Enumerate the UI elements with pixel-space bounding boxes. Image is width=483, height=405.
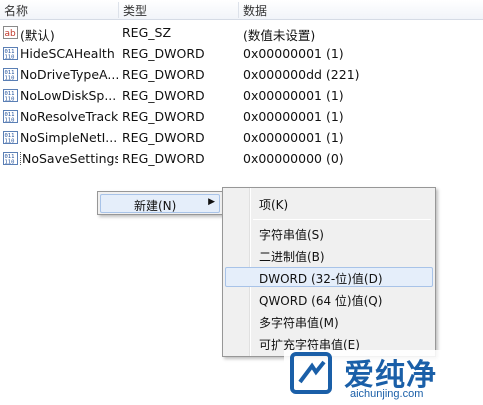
row-name: NoDriveTypeA... [20,67,118,82]
svg-text:ab: ab [5,29,17,39]
new-submenu: 项(K) 字符串值(S) 二进制值(B) DWORD (32-位)值(D) QW… [222,187,436,357]
svg-text:110: 110 [5,97,15,103]
menu-item-new[interactable]: 新建(N) ▶ [100,194,220,213]
table-row[interactable]: 011 110 NoDriveTypeA... REG_DWORD 0x0000… [0,64,483,85]
menu-item-label: 字符串值(S) [259,228,324,242]
table-row[interactable]: 011 110 NoLowDiskSp... REG_DWORD 0x00000… [0,85,483,106]
menu-item-new-label: 新建(N) [134,199,177,213]
row-name: NoLowDiskSp... [20,88,117,103]
column-header-type[interactable]: 类型 [123,2,147,19]
string-value-icon: ab [3,26,18,39]
row-type: REG_DWORD [122,88,205,103]
menu-separator [253,219,431,220]
menu-item-multi-string-value[interactable]: 多字符串值(M) [225,311,433,331]
dword-value-icon: 011 110 [3,110,18,123]
menu-item-binary-value[interactable]: 二进制值(B) [225,245,433,265]
watermark-logo-icon [290,352,332,394]
submenu-arrow-icon: ▶ [208,197,215,207]
table-row[interactable]: 011 110 NoResolveTrack REG_DWORD 0x00000… [0,106,483,127]
row-data: 0x000000dd (221) [243,67,360,82]
menu-item-label: 二进制值(B) [259,250,325,264]
table-row[interactable]: 011 110 NoSimpleNetI... REG_DWORD 0x0000… [0,127,483,148]
context-menu: 新建(N) ▶ [97,191,223,215]
list-header: 名称 类型 数据 [0,0,483,20]
row-type: REG_DWORD [122,109,205,124]
watermark: 爱纯净 aichunjing.com [284,350,483,405]
menu-item-label: 多字符串值(M) [259,316,339,330]
row-type: REG_DWORD [122,130,205,145]
svg-text:110: 110 [5,160,15,166]
row-data: 0x00000001 (1) [243,88,344,103]
dword-value-icon: 011 110 [3,152,18,165]
row-data: (数值未设置) [243,28,316,43]
table-row[interactable]: 011 110 HideSCAHealth REG_DWORD 0x000000… [0,43,483,64]
column-divider[interactable] [118,2,119,18]
row-name: (默认) [20,28,55,43]
svg-text:110: 110 [5,76,15,82]
row-name-text: NoSaveSettings [20,151,118,166]
row-type: REG_DWORD [122,151,205,166]
row-name: NoSimpleNetI... [20,130,118,145]
column-header-name[interactable]: 名称 [4,2,28,19]
row-name: HideSCAHealth [20,46,115,61]
menu-item-qword-value[interactable]: QWORD (64 位)值(Q) [225,289,433,309]
svg-text:110: 110 [5,118,15,124]
table-row[interactable]: ab (默认) REG_SZ (数值未设置) [0,22,483,43]
dword-value-icon: 011 110 [3,131,18,144]
dword-value-icon: 011 110 [3,68,18,81]
dword-value-icon: 011 110 [3,89,18,102]
column-header-data[interactable]: 数据 [243,2,267,19]
row-data: 0x00000001 (1) [243,46,344,61]
row-name: NoResolveTrack [20,109,118,124]
column-divider[interactable] [238,2,239,18]
menu-item-label: DWORD (32-位)值(D) [259,272,383,286]
table-row-focused[interactable]: 011 110 NoSaveSettings REG_DWORD 0x00000… [0,148,483,169]
row-data: 0x00000001 (1) [243,130,344,145]
menu-item-label: QWORD (64 位)值(Q) [259,294,383,308]
row-type: REG_DWORD [122,46,205,61]
svg-text:110: 110 [5,55,15,61]
dword-value-icon: 011 110 [3,47,18,60]
watermark-url: aichunjing.com [350,388,424,400]
row-data: 0x00000000 (0) [243,151,344,166]
menu-item-string-value[interactable]: 字符串值(S) [225,223,433,243]
svg-text:110: 110 [5,139,15,145]
row-name: NoSaveSettings [20,151,118,166]
row-data: 0x00000001 (1) [243,109,344,124]
menu-item-label: 项(K) [259,198,289,212]
menu-item-key[interactable]: 项(K) [225,193,433,213]
row-type: REG_SZ [122,25,172,40]
row-type: REG_DWORD [122,67,205,82]
menu-item-dword-value[interactable]: DWORD (32-位)值(D) [225,267,433,287]
